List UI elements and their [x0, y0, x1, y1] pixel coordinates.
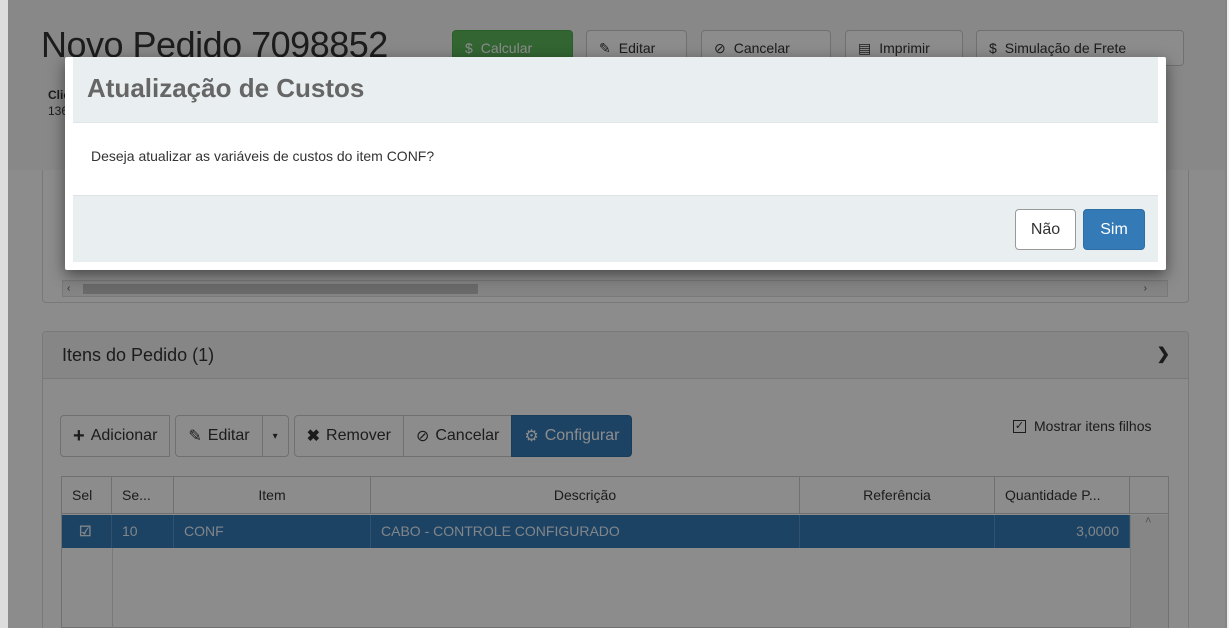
- modal-header: Atualização de Custos: [73, 57, 1158, 123]
- left-border: [0, 0, 8, 628]
- update-costs-dialog: Atualização de Custos Deseja atualizar a…: [65, 57, 1166, 270]
- modal-title: Atualização de Custos: [87, 73, 365, 103]
- modal-message: Deseja atualizar as variáveis de custos …: [91, 148, 435, 164]
- yes-button[interactable]: Sim: [1083, 209, 1145, 250]
- modal-body: Deseja atualizar as variáveis de custos …: [73, 123, 1158, 195]
- modal-footer: Não Sim: [73, 195, 1158, 262]
- no-button[interactable]: Não: [1015, 209, 1076, 250]
